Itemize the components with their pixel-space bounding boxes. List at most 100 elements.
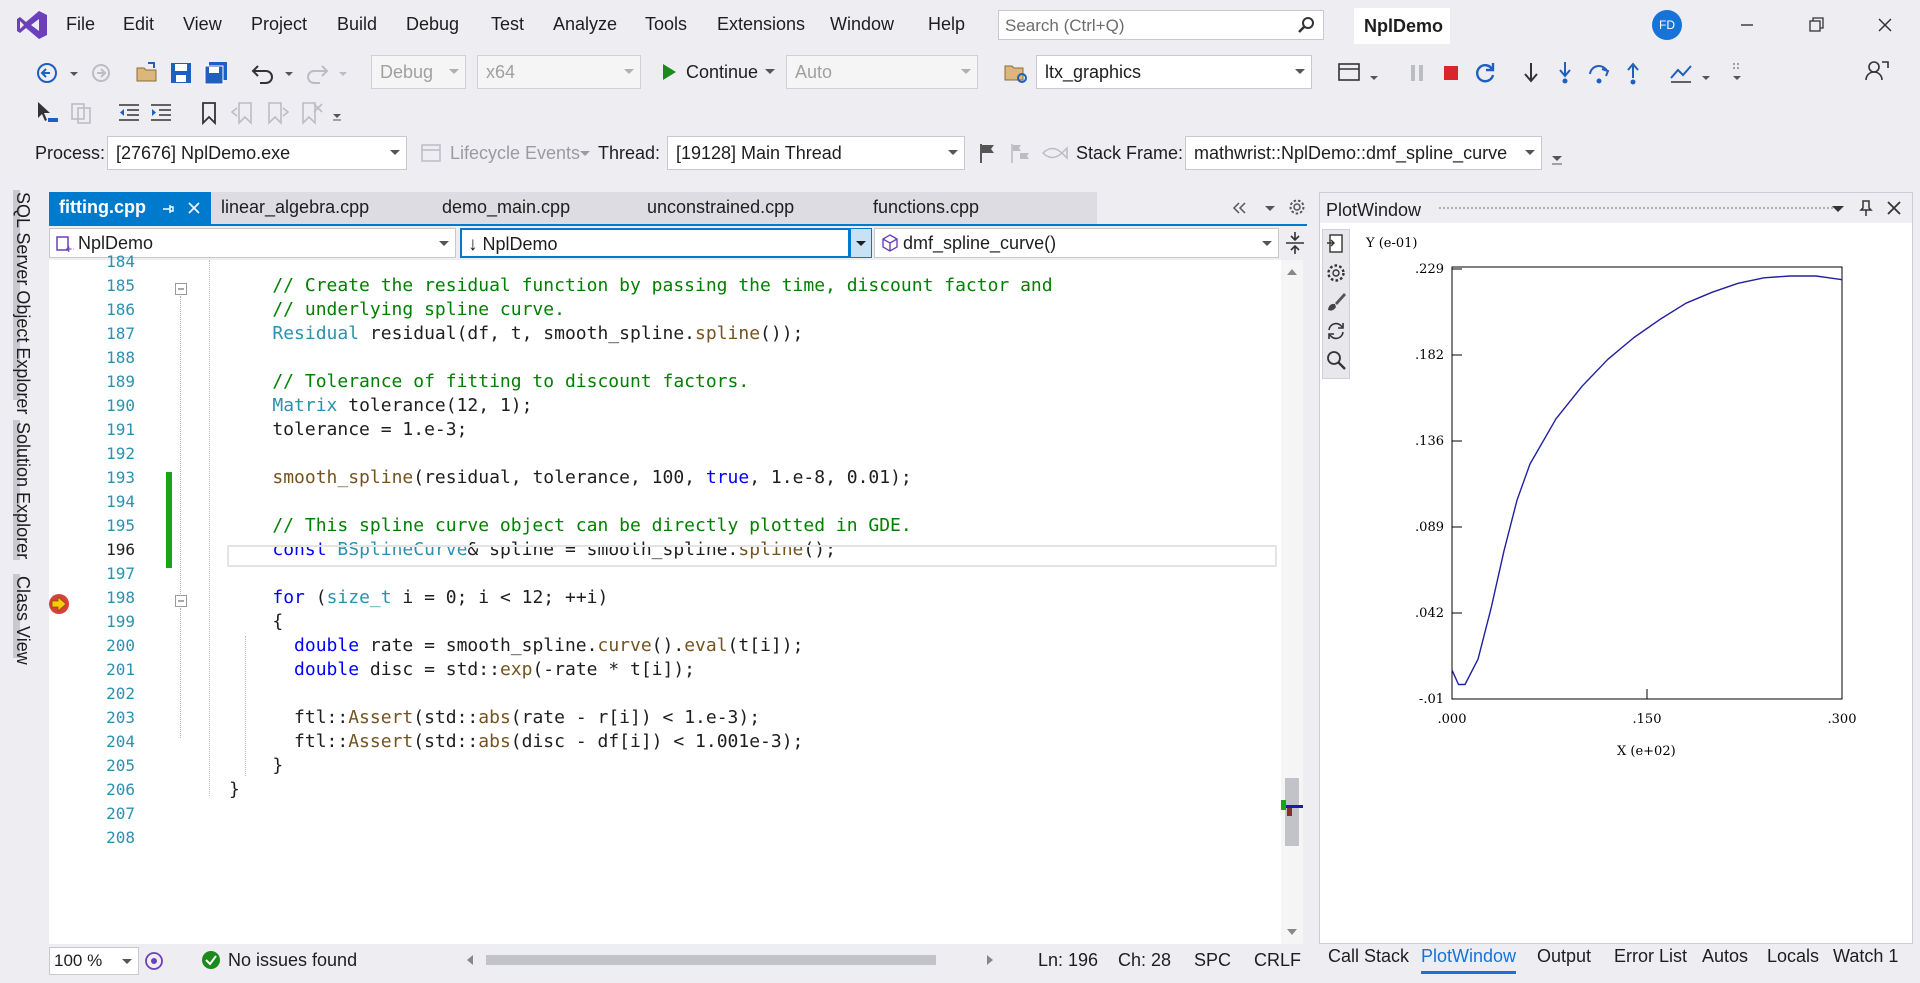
code-line[interactable]: smooth_spline(residual, tolerance, 100, … [229, 466, 911, 490]
current-statement-arrow-icon[interactable] [47, 592, 71, 616]
save-all-icon[interactable] [203, 60, 229, 86]
refresh-icon[interactable] [1325, 320, 1347, 342]
tab-list-dropdown-icon[interactable] [1264, 204, 1276, 214]
live-share-icon[interactable] [1864, 58, 1890, 84]
tab-output[interactable]: Output [1537, 946, 1591, 967]
fish-icon[interactable] [1040, 141, 1068, 165]
window-options-icon[interactable] [1832, 205, 1844, 213]
intellicode-icon[interactable] [143, 950, 165, 972]
menu-test[interactable]: Test [491, 14, 524, 35]
menu-view[interactable]: View [183, 14, 222, 35]
flag-thread-icon[interactable] [976, 141, 1000, 165]
tab-autos[interactable]: Autos [1702, 946, 1748, 967]
indent-icon[interactable] [148, 100, 174, 126]
plot-settings-gear-icon[interactable] [1325, 262, 1347, 284]
toolbar-overflow-icon[interactable] [330, 108, 344, 134]
collapse-block-icon[interactable] [175, 595, 187, 607]
pin-icon[interactable] [1858, 199, 1874, 217]
scroll-tabs-left-icon[interactable] [1230, 200, 1248, 216]
tab-error-list[interactable]: Error List [1614, 946, 1687, 967]
close-icon[interactable] [1886, 200, 1902, 216]
tab-functions-cpp[interactable]: functions.cpp [863, 192, 989, 224]
code-line[interactable]: ftl::Assert(std::abs(rate - r[i]) < 1.e-… [229, 706, 760, 730]
menu-analyze[interactable]: Analyze [553, 14, 617, 35]
menu-window[interactable]: Window [830, 14, 894, 35]
save-icon[interactable] [168, 60, 194, 86]
tab-fitting-cpp[interactable]: fitting.cpp [49, 192, 211, 224]
chevron-down-icon[interactable] [337, 60, 349, 86]
code-line[interactable]: // underlying spline curve. [229, 298, 565, 322]
menu-file[interactable]: File [66, 14, 95, 35]
vertical-scrollbar[interactable] [1281, 260, 1303, 944]
window-layout-icon[interactable] [1336, 60, 1362, 86]
toolbar-overflow-icon[interactable] [1730, 60, 1744, 86]
platform-select[interactable]: x64 [477, 55, 641, 89]
search-box[interactable]: Search (Ctrl+Q) [998, 10, 1324, 40]
line-indicator[interactable]: Ln: 196 [1038, 950, 1098, 971]
code-line[interactable]: tolerance = 1.e-3; [229, 418, 467, 442]
side-tab-class-view[interactable]: Class View [12, 576, 33, 665]
auto-select[interactable]: Auto [786, 55, 978, 89]
step-over-icon[interactable] [1586, 60, 1612, 86]
tab-plot-window[interactable]: PlotWindow [1421, 946, 1517, 974]
code-line[interactable]: ftl::Assert(std::abs(disc - df[i]) < 1.0… [229, 730, 803, 754]
restore-icon[interactable] [1801, 12, 1831, 38]
line-ending-indicator[interactable]: CRLF [1254, 950, 1301, 971]
clear-bookmarks-icon[interactable] [298, 100, 324, 126]
code-line[interactable]: } [229, 778, 240, 802]
solution-config-select[interactable]: Debug [371, 55, 466, 89]
step-out-icon[interactable] [1620, 60, 1646, 86]
bookmark-icon[interactable] [196, 100, 222, 126]
chevron-down-icon[interactable] [283, 60, 295, 86]
code-line[interactable]: { [229, 610, 283, 634]
stack-frame-select[interactable]: mathwrist::NplDemo::dmf_spline_curve [1185, 136, 1542, 170]
whitespace-indicator[interactable]: SPC [1194, 950, 1231, 971]
horizontal-scroll-thumb[interactable] [486, 955, 936, 965]
menu-build[interactable]: Build [337, 14, 377, 35]
pause-icon[interactable] [1404, 60, 1430, 86]
member-navigation-select[interactable]: dmf_spline_curve() [874, 228, 1279, 258]
show-next-statement-icon[interactable] [1518, 60, 1544, 86]
chevron-down-icon[interactable] [1368, 68, 1380, 94]
tab-locals[interactable]: Locals [1767, 946, 1819, 967]
scroll-right-icon[interactable] [986, 955, 994, 965]
column-indicator[interactable]: Ch: 28 [1118, 950, 1171, 971]
code-line[interactable]: // This spline curve object can be direc… [229, 514, 911, 538]
code-line[interactable]: double disc = std::exp(-rate * t[i]); [229, 658, 695, 682]
tab-unconstrained-cpp[interactable]: unconstrained.cpp [637, 192, 804, 224]
previous-bookmark-icon[interactable] [230, 100, 256, 126]
chevron-down-icon[interactable] [580, 150, 590, 158]
paint-brush-icon[interactable] [1325, 291, 1347, 313]
copy-plot-icon[interactable] [1325, 233, 1347, 255]
navigate-forward-icon[interactable] [88, 60, 114, 86]
startup-project-icon[interactable] [1003, 60, 1029, 86]
code-line[interactable]: // Create the residual function by passi… [229, 274, 1052, 298]
code-line[interactable]: } [229, 754, 283, 778]
next-bookmark-icon[interactable] [264, 100, 290, 126]
plot-chart[interactable]: Y (e-01) X (e+02) .229 .182 .136 .089 .042 -.01… [1350, 227, 1910, 787]
visual-studio-logo-icon[interactable] [16, 10, 48, 40]
outdent-icon[interactable] [116, 100, 142, 126]
code-line[interactable]: Residual residual(df, t, smooth_spline.s… [229, 322, 803, 346]
close-icon[interactable] [187, 201, 201, 215]
open-file-icon[interactable] [134, 60, 160, 86]
zoom-select[interactable]: 100 % [49, 947, 139, 975]
navigate-back-icon[interactable] [34, 60, 60, 86]
continue-button[interactable]: Continue [656, 55, 780, 89]
tab-linear-algebra-cpp[interactable]: linear_algebra.cpp [211, 192, 379, 224]
startup-project-select[interactable]: ltx_graphics [1036, 55, 1312, 89]
chevron-down-icon[interactable] [68, 60, 80, 86]
gear-icon[interactable] [1288, 198, 1306, 216]
avatar[interactable]: FD [1652, 10, 1682, 40]
copy-icon[interactable] [68, 100, 94, 126]
code-line[interactable]: Matrix tolerance(12, 1); [229, 394, 532, 418]
scroll-left-icon[interactable] [466, 955, 474, 965]
tab-call-stack[interactable]: Call Stack [1328, 946, 1409, 967]
scope-navigation-select[interactable]: ↓ NplDemo [460, 228, 850, 258]
tab-watch-1[interactable]: Watch 1 [1833, 946, 1898, 967]
horizontal-scrollbar[interactable] [466, 953, 994, 967]
scroll-down-icon[interactable] [1287, 928, 1297, 936]
code-line[interactable]: // Tolerance of fitting to discount fact… [229, 370, 749, 394]
code-editor[interactable]: 184 185 186 187 188 189 190 191 192 193 194 195 196 1… [47, 252, 1303, 944]
hot-reload-icon[interactable] [1668, 60, 1694, 86]
